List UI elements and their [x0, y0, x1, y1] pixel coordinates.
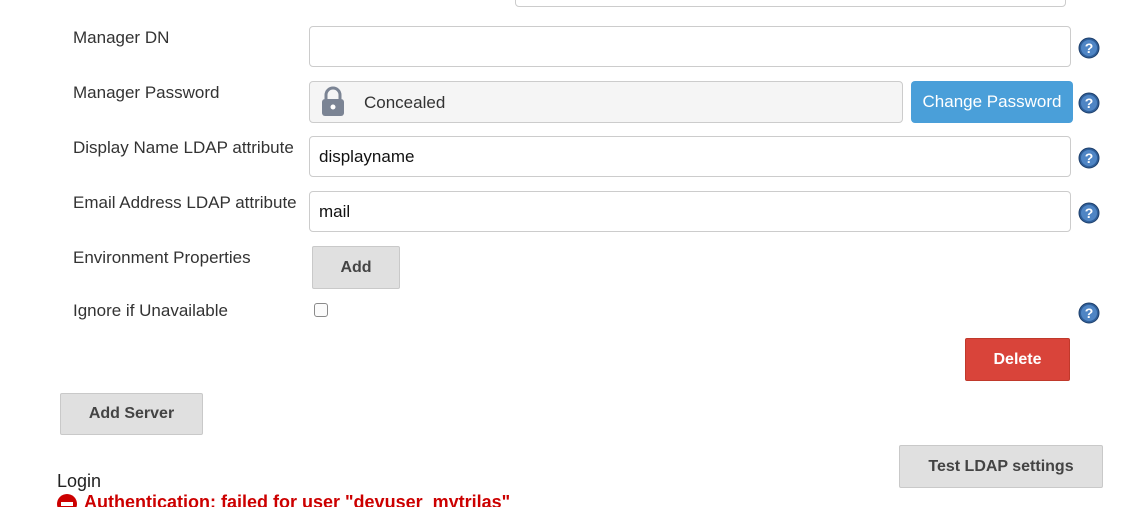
lock-icon — [322, 86, 344, 116]
svg-text:?: ? — [1085, 40, 1094, 56]
ldap-server-config-page: Manager DN ? Manager Password Concealed … — [0, 0, 1128, 507]
concealed-password-field: Concealed — [309, 81, 903, 123]
email-attr-label: Email Address LDAP attribute — [73, 193, 297, 212]
manager-dn-input[interactable] — [309, 26, 1071, 67]
environment-properties-label: Environment Properties — [73, 248, 251, 267]
change-password-button[interactable]: Change Password — [911, 81, 1073, 123]
add-environment-property-button[interactable]: Add — [312, 246, 400, 289]
help-icon[interactable]: ? — [1078, 37, 1100, 59]
login-label: Login — [57, 471, 102, 491]
error-icon — [57, 494, 77, 507]
help-icon[interactable]: ? — [1078, 202, 1100, 224]
svg-text:?: ? — [1085, 305, 1094, 321]
concealed-text: Concealed — [364, 93, 446, 112]
email-attr-input[interactable] — [309, 191, 1071, 232]
previous-field-input[interactable] — [515, 0, 1066, 7]
help-icon[interactable]: ? — [1078, 147, 1100, 169]
help-icon[interactable]: ? — [1078, 92, 1100, 114]
ignore-if-unavailable-checkbox[interactable] — [314, 303, 328, 317]
svg-text:?: ? — [1085, 150, 1094, 166]
test-ldap-settings-button[interactable]: Test LDAP settings — [899, 445, 1103, 488]
display-name-attr-label: Display Name LDAP attribute — [73, 138, 294, 157]
svg-text:?: ? — [1085, 95, 1094, 111]
error-text: Authentication: failed for user "devuser… — [84, 492, 511, 507]
manager-password-label: Manager Password — [73, 83, 220, 102]
display-name-attr-input[interactable] — [309, 136, 1071, 177]
ignore-if-unavailable-label: Ignore if Unavailable — [73, 301, 228, 320]
manager-dn-label: Manager DN — [73, 28, 170, 47]
help-icon[interactable]: ? — [1078, 302, 1100, 324]
svg-text:?: ? — [1085, 205, 1094, 221]
delete-server-button[interactable]: Delete — [965, 338, 1070, 381]
add-server-button[interactable]: Add Server — [60, 393, 203, 435]
